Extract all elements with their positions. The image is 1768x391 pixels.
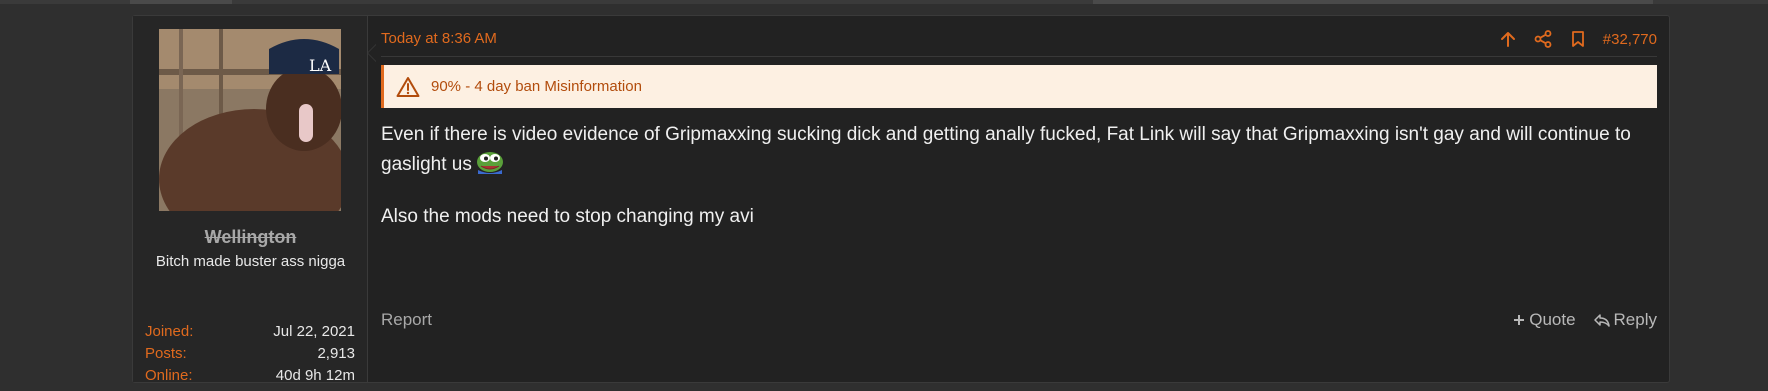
post-footer: Report Quote Reply <box>381 306 1657 336</box>
quote-button[interactable]: Quote <box>1513 310 1576 330</box>
reply-button[interactable]: Reply <box>1593 310 1657 330</box>
report-link[interactable]: Report <box>381 310 432 330</box>
top-scroll-bar <box>0 0 1768 4</box>
warning-text: 90% - 4 day ban Misinformation <box>431 78 642 95</box>
reply-label: Reply <box>1613 310 1657 329</box>
post-paragraph: Also the mods need to stop changing my a… <box>381 206 754 227</box>
user-stats: Joined: Jul 22, 2021 Posts: 2,913 Online… <box>145 321 355 387</box>
plus-icon <box>1514 315 1525 325</box>
user-title: Bitch made buster ass nigga <box>155 253 346 270</box>
post-header: Today at 8:36 AM #32,770 <box>381 16 1657 57</box>
warning-notice: 90% - 4 day ban Misinformation <box>381 65 1657 108</box>
avatar[interactable]: LA <box>159 29 341 211</box>
upvote-arrow-icon[interactable] <box>1499 30 1517 48</box>
stat-value: 40d 9h 12m <box>275 367 355 384</box>
post-date[interactable]: Today at 8:36 AM <box>381 30 497 47</box>
post-actions: #32,770 <box>1482 30 1657 48</box>
top-bar-segment <box>1093 0 1653 4</box>
svg-text:LA: LA <box>309 56 332 75</box>
forum-post: LA Wellington Bitch made buster ass nigg… <box>132 15 1670 384</box>
post-body: Even if there is video evidence of Gripm… <box>381 120 1649 232</box>
post-paragraph-text: Even if there is video evidence of Gripm… <box>381 124 1631 175</box>
stat-joined: Joined: Jul 22, 2021 <box>145 321 355 343</box>
pepe-emoji-icon <box>476 152 503 174</box>
stat-label: Joined: <box>145 323 194 340</box>
top-bar-segment <box>130 0 232 4</box>
stat-online: Online: 40d 9h 12m <box>145 365 355 387</box>
footer-actions: Quote Reply <box>1495 310 1657 330</box>
post-paragraph: Even if there is video evidence of Gripm… <box>381 120 1649 180</box>
stat-label: Online: <box>145 367 193 384</box>
stat-label: Posts: <box>145 345 187 362</box>
reply-icon <box>1593 314 1610 327</box>
share-icon[interactable] <box>1534 30 1552 48</box>
quote-label: Quote <box>1529 310 1576 329</box>
stat-value: Jul 22, 2021 <box>273 323 355 340</box>
bookmark-icon[interactable] <box>1569 30 1587 48</box>
stat-posts: Posts: 2,913 <box>145 343 355 365</box>
stat-value[interactable]: 2,913 <box>317 343 355 365</box>
user-info-panel: LA Wellington Bitch made buster ass nigg… <box>133 16 376 384</box>
post-main: Today at 8:36 AM #32,770 90% - 4 day ban… <box>368 16 1669 382</box>
post-number-link[interactable]: #32,770 <box>1603 31 1657 48</box>
username[interactable]: Wellington <box>133 227 368 248</box>
warning-triangle-icon <box>396 76 420 97</box>
